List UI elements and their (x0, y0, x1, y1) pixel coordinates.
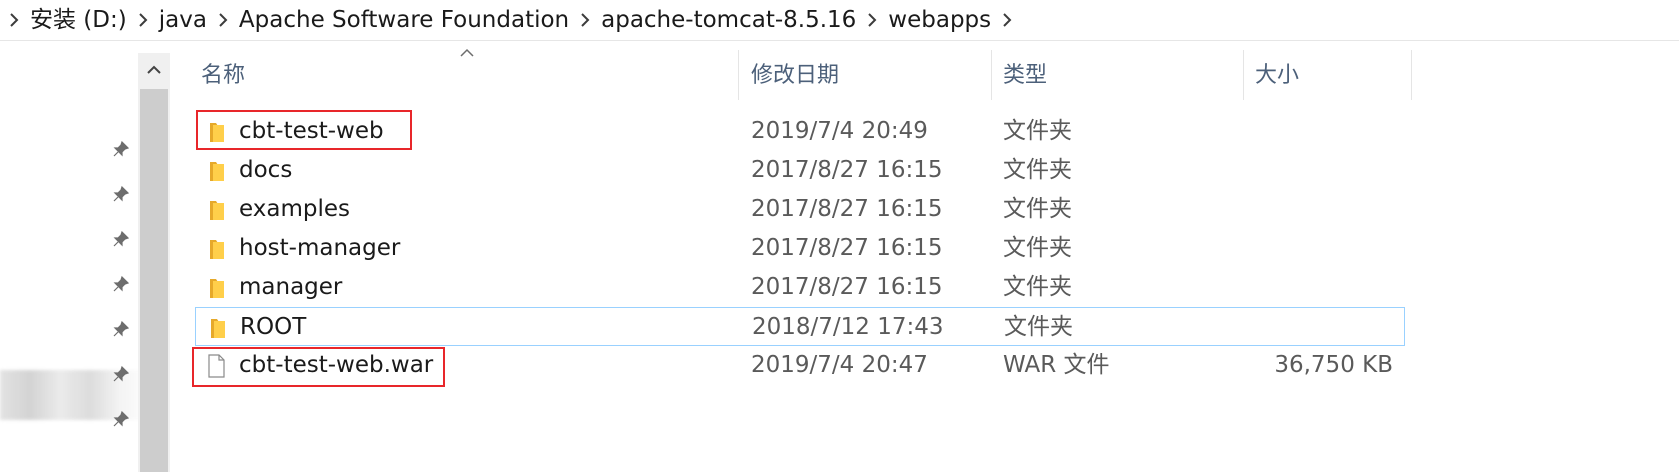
file-name: manager (239, 274, 343, 300)
chevron-up-icon (147, 65, 161, 74)
file-type: WAR 文件 (1003, 352, 1110, 378)
file-type: 文件夹 (1003, 157, 1072, 183)
column-header-name[interactable]: 名称 (201, 50, 245, 100)
column-divider[interactable] (738, 50, 739, 100)
chevron-right-icon[interactable] (858, 0, 886, 40)
file-name: ROOT (240, 314, 307, 340)
column-header-type[interactable]: 类型 (1003, 50, 1047, 100)
column-divider[interactable] (1411, 50, 1412, 100)
file-type: 文件夹 (1004, 314, 1073, 340)
column-divider[interactable] (1243, 50, 1244, 100)
file-name: examples (239, 196, 350, 222)
pin-icon[interactable] (110, 183, 132, 205)
file-date: 2018/7/12 17:43 (752, 314, 944, 340)
chevron-right-icon[interactable] (129, 0, 157, 40)
file-type: 文件夹 (1003, 235, 1072, 261)
pin-icon[interactable] (110, 363, 132, 385)
pin-icon[interactable] (110, 138, 132, 160)
chevron-right-icon[interactable] (209, 0, 237, 40)
scroll-up-button[interactable] (138, 53, 170, 87)
chevron-right-icon[interactable] (0, 0, 28, 40)
folder-icon (210, 240, 224, 259)
red-highlight-box (196, 110, 412, 150)
file-date: 2017/8/27 16:15 (751, 235, 943, 261)
file-explorer-window: 安装 (D:) java Apache Software Foundation … (0, 0, 1679, 472)
file-type: 文件夹 (1003, 196, 1072, 222)
pin-icon[interactable] (110, 408, 132, 430)
folder-icon (210, 279, 224, 298)
chevron-right-icon[interactable] (993, 0, 1021, 40)
file-date: 2017/8/27 16:15 (751, 196, 943, 222)
column-header-date[interactable]: 修改日期 (751, 50, 839, 100)
sort-ascending-icon (460, 48, 474, 57)
pin-icon[interactable] (110, 228, 132, 250)
column-header-size[interactable]: 大小 (1255, 50, 1299, 100)
file-row[interactable]: examples 2017/8/27 16:15 文件夹 (195, 190, 1405, 229)
file-size: 36,750 KB (1274, 352, 1393, 378)
breadcrumb-apache[interactable]: Apache Software Foundation (237, 0, 571, 40)
folder-icon (210, 201, 224, 220)
scrollbar-thumb[interactable] (140, 89, 168, 472)
chevron-right-icon[interactable] (571, 0, 599, 40)
file-date: 2019/7/4 20:49 (751, 118, 928, 144)
breadcrumb-webapps[interactable]: webapps (886, 0, 993, 40)
file-row-hovered[interactable]: ROOT 2018/7/12 17:43 文件夹 (195, 307, 1405, 346)
column-divider[interactable] (991, 50, 992, 100)
file-date: 2017/8/27 16:15 (751, 157, 943, 183)
pin-icon[interactable] (110, 318, 132, 340)
file-row[interactable]: manager 2017/8/27 16:15 文件夹 (195, 268, 1405, 307)
file-row[interactable]: docs 2017/8/27 16:15 文件夹 (195, 151, 1405, 190)
file-name: docs (239, 157, 293, 183)
file-date: 2019/7/4 20:47 (751, 352, 928, 378)
file-row[interactable]: host-manager 2017/8/27 16:15 文件夹 (195, 229, 1405, 268)
red-highlight-box (192, 347, 445, 387)
file-type: 文件夹 (1003, 118, 1072, 144)
folder-icon (210, 162, 224, 181)
breadcrumb: 安装 (D:) java Apache Software Foundation … (0, 0, 1679, 41)
folder-icon (211, 319, 225, 338)
pin-icon[interactable] (110, 273, 132, 295)
file-date: 2017/8/27 16:15 (751, 274, 943, 300)
file-name: host-manager (239, 235, 401, 261)
breadcrumb-tomcat[interactable]: apache-tomcat-8.5.16 (599, 0, 858, 40)
column-header-row: 名称 修改日期 类型 大小 (195, 50, 1440, 100)
file-type: 文件夹 (1003, 274, 1072, 300)
breadcrumb-drive[interactable]: 安装 (D:) (28, 0, 129, 40)
breadcrumb-java[interactable]: java (157, 0, 209, 40)
